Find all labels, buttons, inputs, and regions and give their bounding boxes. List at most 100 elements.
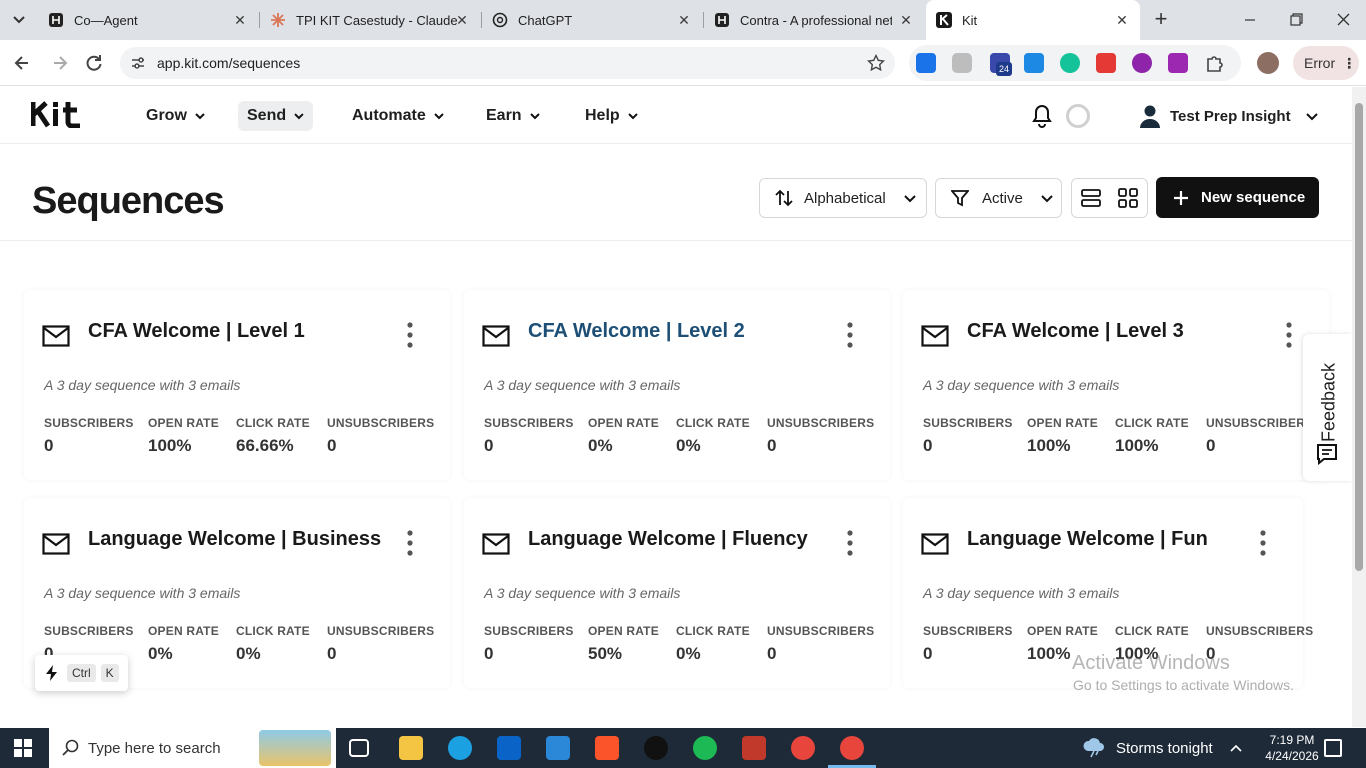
plus-icon [1174,190,1188,205]
address-bar[interactable]: app.kit.com/sequences [120,47,895,79]
notifications-bell-icon[interactable] [1031,104,1053,128]
brave-browser-icon[interactable] [595,736,619,760]
download-extension-icon[interactable] [916,53,936,73]
list-view-icon [1080,189,1101,207]
more-options-icon[interactable] [840,528,860,558]
chevron-down-icon [13,16,25,24]
chevron-down-icon [1305,113,1318,121]
chevron-up-icon[interactable] [1229,741,1243,755]
close-window-button[interactable] [1331,10,1355,30]
list-view-button[interactable] [1072,179,1110,217]
stat-value: 0 [484,644,494,663]
sequence-card[interactable]: CFA Welcome | Level 3 A 3 day sequence w… [903,290,1329,480]
profile-error-button[interactable]: Error ⋮ [1293,46,1359,80]
video-extension-icon[interactable] [1096,53,1116,73]
feedback-tab[interactable]: Feedback [1303,334,1352,481]
sequence-title[interactable]: CFA Welcome | Level 3 [967,320,1184,343]
close-tab-icon[interactable]: ✕ [898,12,914,28]
gear-extension-icon[interactable] [1024,53,1044,73]
chrome-browser-icon[interactable] [791,736,815,760]
nav-earn[interactable]: Earn [477,101,549,131]
forward-button[interactable] [50,53,70,73]
file-explorer-icon[interactable] [399,736,423,760]
sequence-title[interactable]: CFA Welcome | Level 1 [88,320,305,343]
download-purple-extension-icon[interactable] [1168,53,1188,73]
new-sequence-button[interactable]: New sequence [1156,177,1319,218]
site-info-icon[interactable] [130,55,146,71]
sequence-card[interactable]: CFA Welcome | Level 2 A 3 day sequence w… [464,290,890,480]
stat-unsubscribers: UNSUBSCRIBERS 0 [767,624,874,664]
close-tab-icon[interactable]: ✕ [676,12,692,28]
stat-label: UNSUBSCRIBERS [327,624,435,638]
more-options-icon[interactable] [400,528,420,558]
close-tab-icon[interactable]: ✕ [1114,12,1130,28]
status-filter-dropdown[interactable]: Active [935,178,1062,218]
stat-unsubscribers: UNSUBSCRIBERS 0 [1206,416,1313,456]
back-button[interactable] [12,53,32,73]
grid-view-button[interactable] [1110,179,1148,217]
sequence-title[interactable]: Language Welcome | Fun [967,528,1208,551]
grammarly-extension-icon[interactable] [1060,53,1080,73]
clock-date: 4/24/2026 [1265,749,1319,763]
more-options-icon[interactable] [1253,528,1273,558]
sort-dropdown[interactable]: Alphabetical [759,178,927,218]
weather-widget[interactable]: Storms tonight [1082,728,1213,768]
bookmark-star-icon[interactable] [867,54,885,72]
page-scrollbar[interactable] [1352,87,1366,727]
sequence-card[interactable]: CFA Welcome | Level 1 A 3 day sequence w… [24,290,450,480]
task-view-icon[interactable] [349,739,369,757]
browser-tab-coagent[interactable]: Co—Agent ✕ [36,0,258,40]
minimize-window-button[interactable] [1238,10,1262,30]
chrome-active-icon[interactable] [840,736,864,760]
nav-label: Send [247,107,287,124]
tab-title: Kit [962,12,978,28]
app-red-icon[interactable] [742,736,766,760]
stat-label: SUBSCRIBERS [44,624,134,638]
sequence-title[interactable]: Language Welcome | Fluency [528,528,808,551]
command-palette-shortcut[interactable]: Ctrl K [35,655,128,691]
edge-browser-icon[interactable] [448,736,472,760]
upwork-icon[interactable] [644,736,668,760]
taskbar-clock[interactable]: 7:19 PM 4/24/2026 [1262,732,1322,764]
microsoft-store-icon[interactable] [546,736,570,760]
more-options-icon[interactable] [400,320,420,350]
new-tab-button[interactable]: + [1150,8,1172,31]
browser-tab-chatgpt[interactable]: ChatGPT ✕ [482,0,702,40]
more-options-icon[interactable] [840,320,860,350]
nav-grow[interactable]: Grow [137,101,214,131]
account-menu[interactable]: Test Prep Insight [1139,101,1318,131]
browser-tab-kit[interactable]: Kit ✕ [926,0,1140,40]
scrollbar-thumb[interactable] [1355,103,1363,571]
close-tab-icon[interactable]: ✕ [454,12,470,28]
camera-extension-icon[interactable] [952,53,972,73]
sequence-title[interactable]: CFA Welcome | Level 2 [528,320,745,343]
more-options-icon[interactable] [1279,320,1299,350]
grid-view-icon [1118,188,1139,208]
stat-label: SUBSCRIBERS [44,416,134,430]
view-toggle [1071,178,1148,218]
browser-tab-claude[interactable]: TPI KIT Casestudy - Claude ✕ [260,0,480,40]
nav-automate[interactable]: Automate [343,101,453,131]
notification-center-icon[interactable] [1324,739,1342,757]
profile-avatar[interactable] [1257,52,1279,74]
sequence-card[interactable]: Language Welcome | Fluency A 3 day seque… [464,498,890,688]
taskbar-search-box[interactable]: Type here to search [49,728,336,768]
spotify-icon[interactable] [693,736,717,760]
sequence-title[interactable]: Language Welcome | Business [88,528,381,551]
kit-logo[interactable] [30,100,87,133]
reload-button[interactable] [84,53,104,73]
nav-help[interactable]: Help [576,101,647,131]
puzzle-extensions-icon[interactable] [1204,52,1226,74]
color-extension-icon[interactable] [1132,53,1152,73]
tab-search-button[interactable] [8,10,30,30]
forward-arrow-icon [54,56,68,70]
start-button[interactable] [14,739,32,757]
outlook-icon[interactable] [497,736,521,760]
stat-click-rate: CLICK RATE 100% [1115,416,1189,456]
stat-value: 0 [1206,436,1216,455]
stat-label: UNSUBSCRIBERS [327,416,435,430]
restore-window-button[interactable] [1284,10,1308,30]
close-tab-icon[interactable]: ✕ [232,12,248,28]
browser-tab-contra[interactable]: Contra - A professional netw ✕ [704,0,924,40]
nav-send[interactable]: Send [238,101,313,131]
